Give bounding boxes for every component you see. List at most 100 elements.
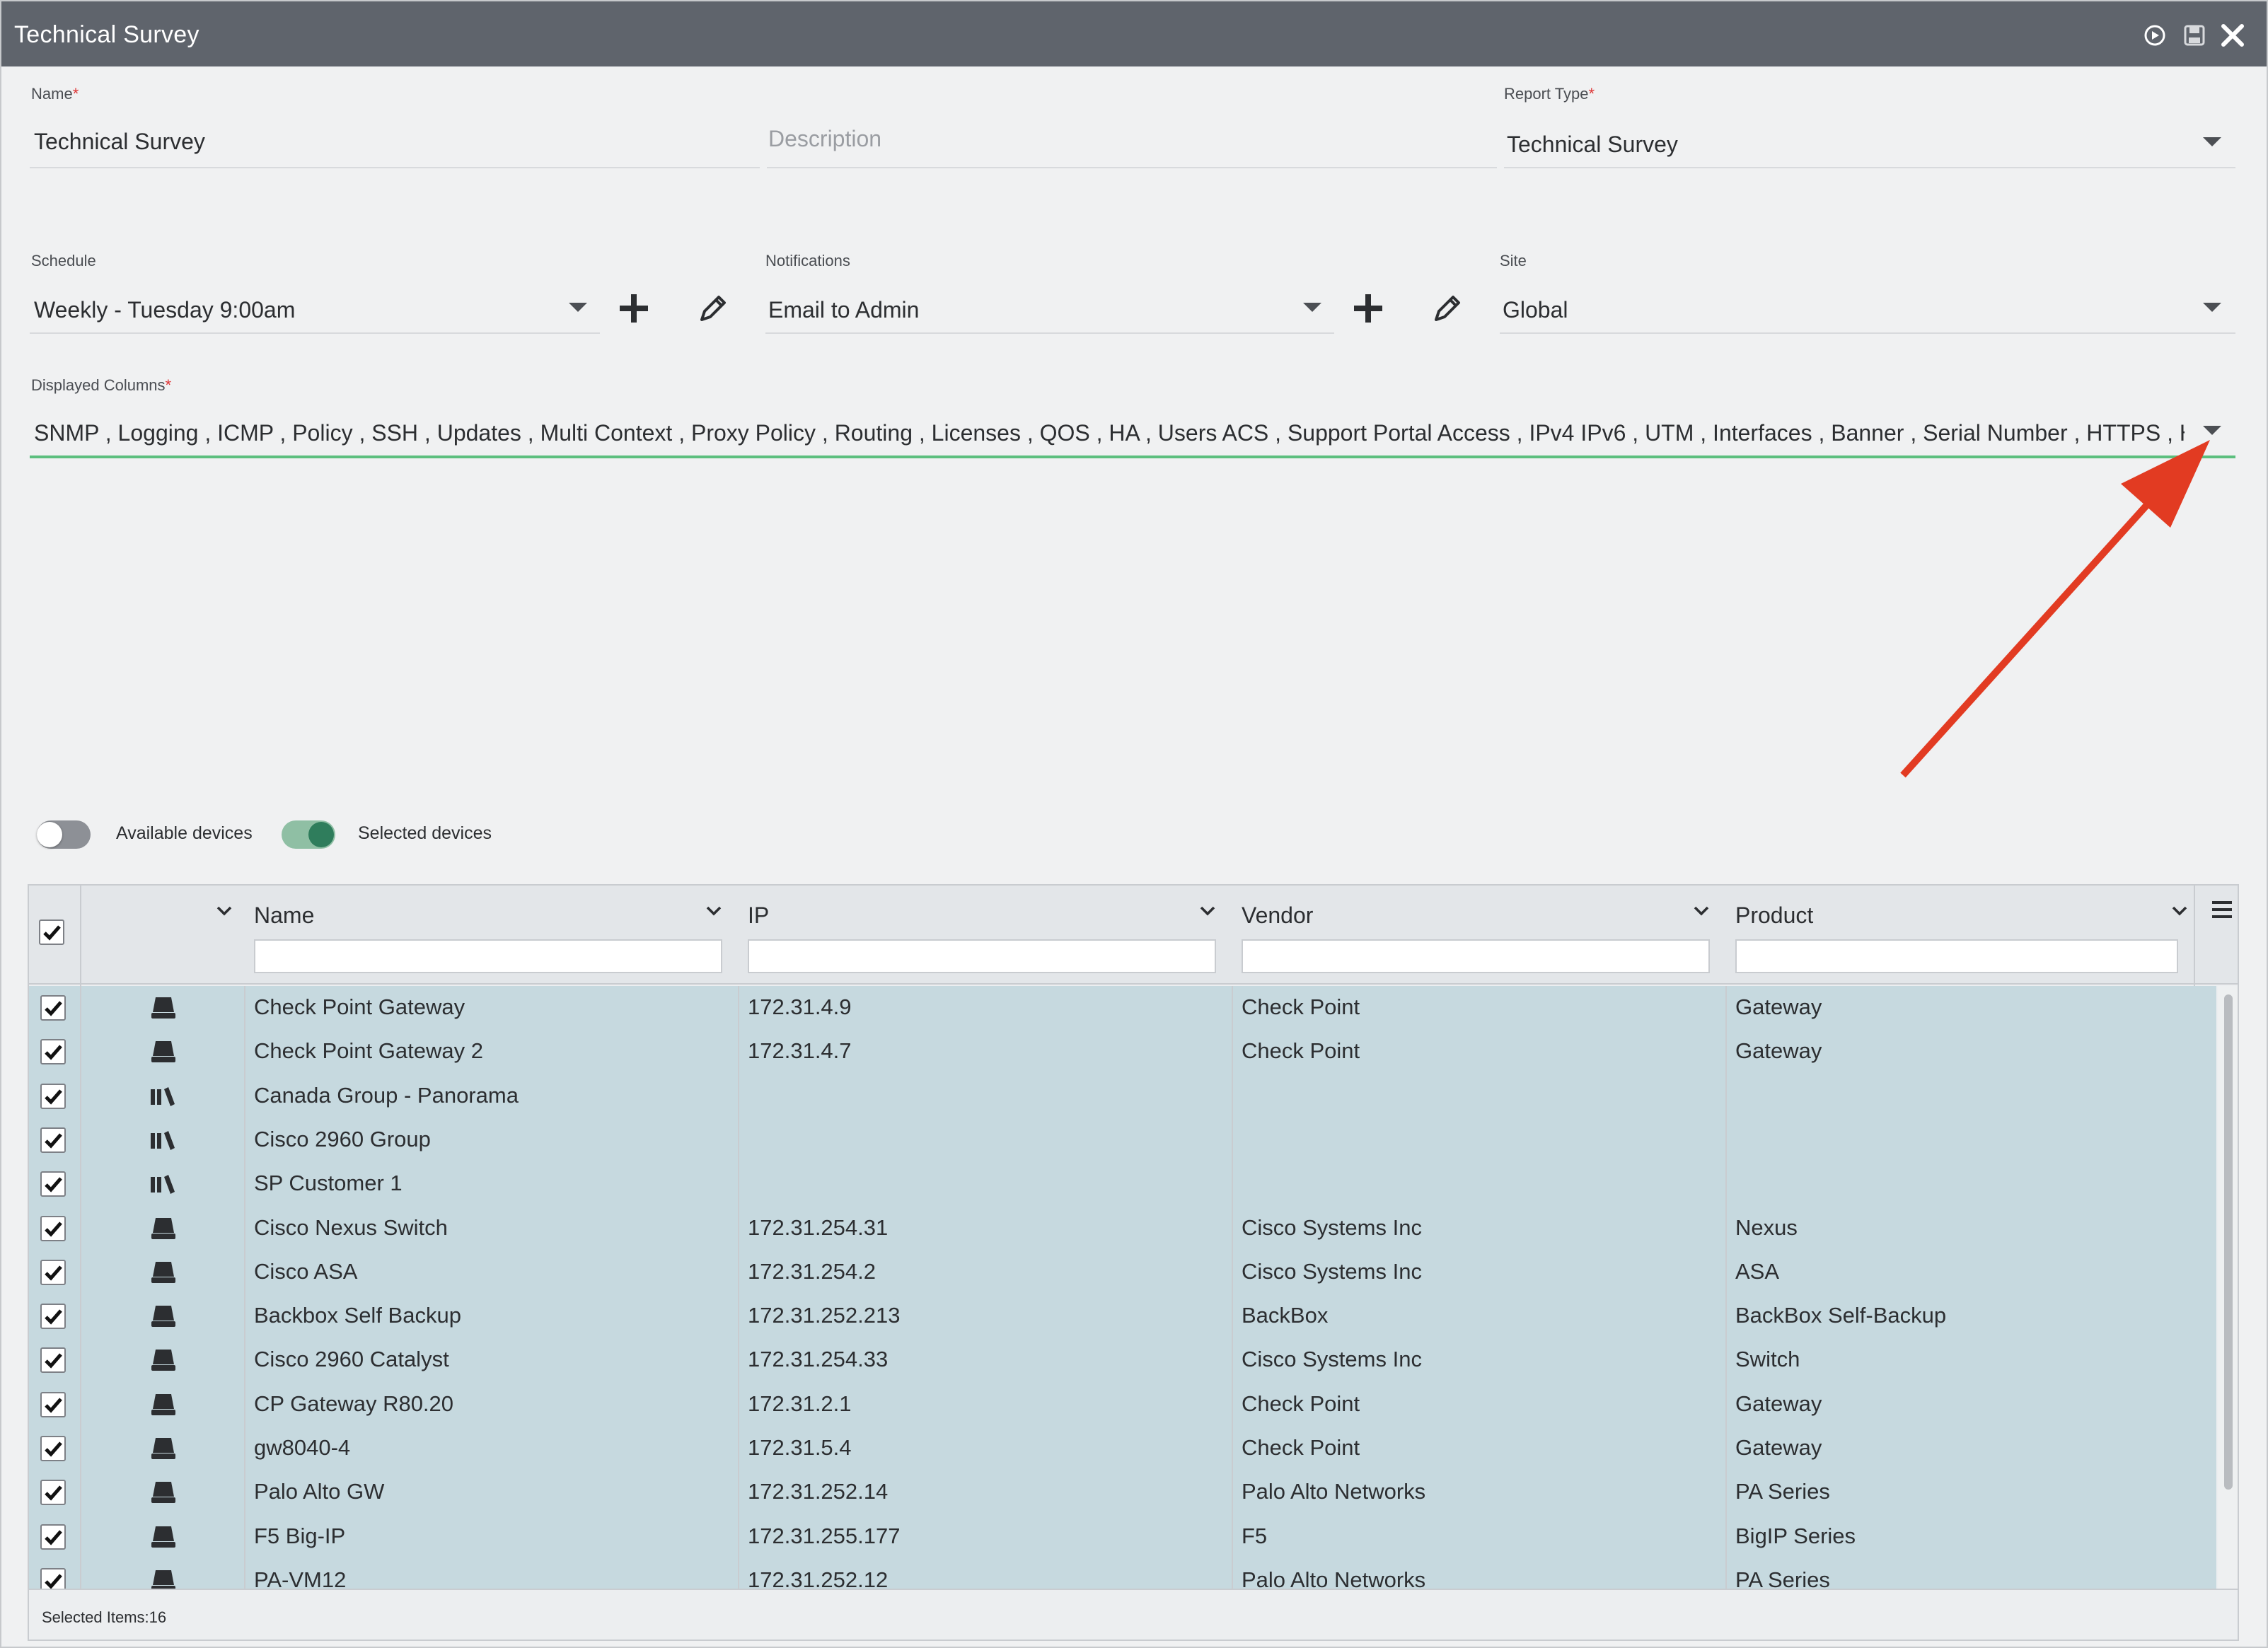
chevron-down-icon[interactable] [2170,901,2189,921]
table-row[interactable]: Canada Group - Panorama [29,1074,2216,1118]
grid-header: Name IP Vendor Product [29,886,2238,985]
annotation-arrow-icon [1900,440,2210,778]
cell-name: Backbox Self Backup [254,1303,461,1328]
column-header-vendor[interactable]: Vendor [1242,903,1313,929]
cell-ip: 172.31.4.9 [748,994,852,1019]
chevron-down-icon[interactable] [2203,303,2221,312]
name-input[interactable]: Technical Survey [34,129,205,155]
notifications-select[interactable]: Email to Admin [768,297,919,323]
chevron-down-icon[interactable] [569,303,587,312]
description-underline [767,167,1497,168]
row-checkbox[interactable] [40,1567,66,1589]
available-devices-toggle[interactable] [37,820,91,849]
selected-items-count: Selected Items:16 [42,1608,167,1626]
device-icon [149,1347,178,1373]
cell-vendor: Cisco Systems Inc [1242,1258,1422,1284]
technical-survey-dialog: Technical Survey Name* Technical Survey … [0,0,2268,1648]
chevron-down-icon[interactable] [2203,137,2221,146]
device-icon [149,1392,178,1417]
product-filter-input[interactable] [1735,939,2178,973]
close-icon[interactable] [2220,23,2245,48]
add-schedule-button[interactable] [617,291,651,325]
row-checkbox[interactable] [40,1127,66,1153]
displayed-columns-label: Displayed Columns* [31,376,172,394]
chevron-down-icon[interactable] [214,901,234,921]
table-row[interactable]: gw8040-4 172.31.5.4 Check Point Gateway [29,1427,2216,1470]
grid-body: Check Point Gateway 172.31.4.9 Check Point… [29,986,2216,1589]
ip-filter-input[interactable] [748,939,1216,973]
table-row[interactable]: Palo Alto GW 172.31.252.14 Palo Alto Netwo… [29,1470,2216,1514]
column-header-name[interactable]: Name [254,903,314,929]
cell-product: BigIP Series [1735,1523,1856,1548]
cell-ip: 172.31.252.213 [748,1303,901,1328]
table-row[interactable]: CP Gateway R80.20 172.31.2.1 Check Point Ga… [29,1383,2216,1427]
cell-vendor: Palo Alto Networks [1242,1567,1426,1589]
device-icon [149,1216,178,1241]
cell-ip: 172.31.2.1 [748,1391,852,1416]
chevron-down-icon[interactable] [1303,303,1321,312]
play-circle-icon[interactable] [2143,24,2166,47]
row-checkbox[interactable] [40,1259,66,1285]
table-row[interactable]: SP Customer 1 [29,1162,2216,1206]
cell-name: SP Customer 1 [254,1171,403,1196]
table-row[interactable]: Backbox Self Backup 172.31.252.213 BackBox… [29,1294,2216,1338]
cell-ip: 172.31.252.14 [748,1479,889,1504]
column-header-ip[interactable]: IP [748,903,769,929]
selected-devices-toggle[interactable] [282,820,335,849]
table-row[interactable]: Check Point Gateway 172.31.4.9 Check Point… [29,986,2216,1030]
vertical-scrollbar[interactable] [2218,986,2238,1589]
row-checkbox[interactable] [40,1391,66,1417]
site-underline [1500,332,2235,334]
table-row[interactable]: Check Point Gateway 2 172.31.4.7 Check Poi… [29,1030,2216,1074]
table-row[interactable]: F5 Big-IP 172.31.255.177 F5 BigIP Series [29,1515,2216,1559]
cell-vendor: BackBox [1242,1303,1329,1328]
row-checkbox[interactable] [40,1083,66,1109]
schedule-underline [30,332,600,334]
description-input[interactable]: Description [768,126,881,152]
row-checkbox[interactable] [40,1480,66,1506]
chevron-down-icon[interactable] [1198,901,1217,921]
table-row[interactable]: Cisco 2960 Catalyst 172.31.254.33 Cisco Sy… [29,1338,2216,1382]
toggle-knob [308,822,334,847]
scrollbar-thumb[interactable] [2224,994,2233,1490]
site-select[interactable]: Global [1503,297,1568,323]
table-row[interactable]: PA-VM12 172.31.252.12 Palo Alto Networks PA… [29,1559,2216,1589]
displayed-columns-select[interactable]: SNMP , Logging , ICMP , Policy , SSH , U… [34,420,2185,446]
schedule-select[interactable]: Weekly - Tuesday 9:00am [34,297,295,323]
row-checkbox[interactable] [40,1304,66,1330]
report-type-select[interactable]: Technical Survey [1507,132,1678,158]
add-notification-button[interactable] [1351,291,1385,325]
cell-ip: 172.31.4.7 [748,1038,852,1064]
row-checkbox[interactable] [40,1039,66,1065]
chevron-down-icon[interactable] [1691,901,1711,921]
device-icon [149,1304,178,1329]
chevron-down-icon[interactable] [2203,426,2221,435]
cell-vendor: Check Point [1242,1435,1360,1460]
row-checkbox[interactable] [40,1215,66,1241]
device-icon [149,1524,178,1550]
row-checkbox[interactable] [40,1347,66,1374]
row-checkbox[interactable] [40,1171,66,1197]
menu-icon[interactable] [2209,897,2235,922]
row-checkbox[interactable] [40,1436,66,1461]
table-row[interactable]: Cisco ASA 172.31.254.2 Cisco Systems Inc AS… [29,1250,2216,1294]
select-all-checkbox[interactable] [39,919,64,945]
vendor-filter-input[interactable] [1242,939,1710,973]
save-icon[interactable] [2183,24,2206,47]
cell-name: PA-VM12 [254,1567,347,1589]
cell-product: PA Series [1735,1479,1830,1504]
column-header-product[interactable]: Product [1735,903,1813,929]
name-filter-input[interactable] [254,939,722,973]
edit-schedule-button[interactable] [696,291,730,325]
cell-vendor: Check Point [1242,994,1360,1019]
cell-product: Nexus [1735,1214,1798,1240]
edit-notification-button[interactable] [1430,291,1464,325]
cell-name: Cisco Nexus Switch [254,1214,448,1240]
table-row[interactable]: Cisco Nexus Switch 172.31.254.31 Cisco Sys… [29,1207,2216,1250]
cell-vendor: F5 [1242,1523,1268,1548]
cell-ip: 172.31.5.4 [748,1435,852,1460]
row-checkbox[interactable] [40,1524,66,1550]
chevron-down-icon[interactable] [704,901,724,921]
table-row[interactable]: Cisco 2960 Group [29,1118,2216,1162]
row-checkbox[interactable] [40,995,66,1021]
